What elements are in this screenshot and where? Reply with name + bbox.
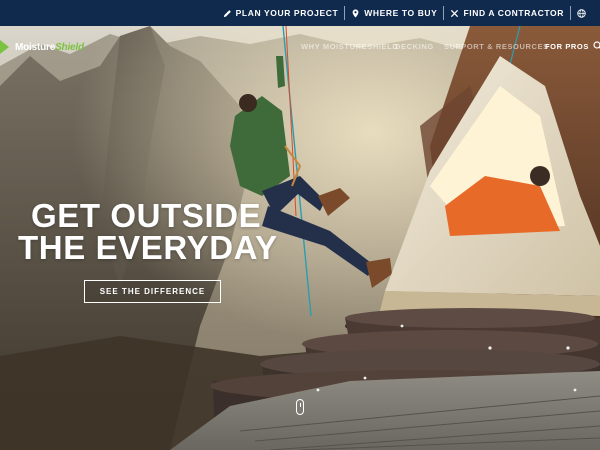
headline-line-2: THE EVERYDAY (18, 229, 278, 266)
globe-icon (577, 8, 586, 18)
nav-item-support-resources[interactable]: SUPPORT & RESOURCES (444, 42, 549, 51)
nav-item-why-moistureshield[interactable]: WHY MOISTURESHIELD (301, 42, 398, 51)
find-a-contractor-label: FIND A CONTRACTOR (463, 8, 564, 18)
search-icon[interactable] (593, 41, 600, 51)
find-a-contractor-link[interactable]: FIND A CONTRACTOR (444, 6, 571, 20)
scroll-down-icon[interactable] (296, 399, 304, 415)
utility-bar: PLAN YOUR PROJECT WHERE TO BUY FIND A CO… (0, 0, 600, 26)
language-selector[interactable] (571, 6, 596, 20)
where-to-buy-link[interactable]: WHERE TO BUY (345, 6, 445, 20)
see-the-difference-button[interactable]: SEE THE DIFFERENCE (84, 280, 221, 303)
logo[interactable]: MoistureShield (0, 36, 84, 58)
headline-line-1: GET OUTSIDE (31, 197, 262, 234)
plan-your-project-label: PLAN YOUR PROJECT (235, 8, 339, 18)
pencil-icon (223, 9, 231, 17)
where-to-buy-label: WHERE TO BUY (364, 8, 438, 18)
nav-item-for-pros[interactable]: FOR PROS (545, 42, 589, 51)
map-pin-icon (352, 8, 359, 18)
logo-text: MoistureShield (15, 41, 84, 53)
nav-item-decking[interactable]: DECKING (395, 42, 434, 51)
plan-your-project-link[interactable]: PLAN YOUR PROJECT (217, 6, 346, 20)
tools-icon (451, 9, 459, 17)
hero-headline: GET OUTSIDE THE EVERYDAY (18, 197, 318, 266)
main-nav: MoistureShield WHY MOISTURESHIELD DECKIN… (0, 36, 600, 58)
logo-icon (0, 40, 9, 54)
